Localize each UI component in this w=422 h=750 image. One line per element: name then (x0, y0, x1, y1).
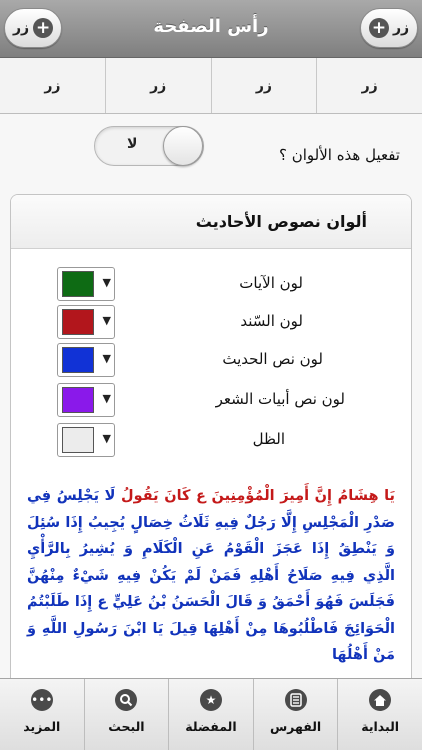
verses-color-swatch (62, 271, 94, 297)
tab-index-label: الفهرس (269, 719, 322, 734)
verses-color-label: لون الآيات (239, 274, 303, 292)
card-title: ألوان نصوص الأحاديث (11, 195, 411, 249)
tab-favorites[interactable]: ★ المفضلة (168, 679, 253, 750)
page-title: رأس الصفحة (153, 16, 269, 37)
color-row-poetry: ▼ لون نص أبيات الشعر (11, 383, 411, 417)
hadith-body-text: لَا يَجْلِسُ فِي صَدْرِ الْمَجْلِسِ إِلَ… (27, 488, 395, 663)
chevron-down-icon: ▼ (102, 352, 111, 365)
header-right-button[interactable]: + زر (360, 8, 418, 48)
toggle-state-text: لا (127, 136, 138, 152)
shadow-color-label: الظل (252, 430, 285, 448)
home-icon (369, 689, 392, 711)
tab-search[interactable]: البحث (83, 679, 169, 750)
hadith-color-swatch (62, 347, 94, 373)
hadith-color-picker[interactable]: ▼ (57, 343, 115, 377)
enable-colors-label: تفعيل هذه الألوان ؟ (278, 146, 400, 164)
more-icon: ••• (30, 689, 53, 711)
chain-color-picker[interactable]: ▼ (57, 305, 115, 339)
segment-button-3[interactable]: زر (210, 58, 317, 113)
tab-more-label: المزيد (23, 719, 61, 734)
star-icon: ★ (199, 689, 222, 711)
poetry-color-label: لون نص أبيات الشعر (215, 390, 345, 408)
tab-home-label: البداية (361, 719, 400, 734)
header-bar: زر + رأس الصفحة + زر (0, 0, 422, 58)
shadow-color-picker[interactable]: ▼ (57, 423, 115, 457)
verses-color-picker[interactable]: ▼ (57, 267, 115, 301)
shadow-color-swatch (62, 427, 94, 453)
tab-more[interactable]: ••• المزيد (0, 679, 84, 750)
color-row-chain: ▼ لون السّند (11, 305, 411, 339)
tab-index[interactable]: الفهرس (252, 679, 338, 750)
header-right-button-label: زر (392, 20, 410, 36)
hadith-color-label: لون نص الحديث (222, 350, 323, 368)
chevron-down-icon: ▼ (102, 314, 111, 327)
segment-button-1[interactable]: زر (0, 58, 105, 113)
chevron-down-icon: ▼ (102, 276, 111, 289)
segment-button-4[interactable]: زر (316, 58, 422, 113)
search-icon (115, 689, 138, 711)
bottom-tab-bar: ••• المزيد البحث ★ المفضلة الفهرس البداي… (0, 678, 422, 750)
segmented-control: زر زر زر زر (0, 58, 422, 114)
tab-home[interactable]: البداية (337, 679, 422, 750)
toggle-knob[interactable] (163, 126, 203, 166)
color-row-shadow: ▼ الظل (11, 423, 411, 457)
poetry-color-picker[interactable]: ▼ (57, 383, 115, 417)
chain-color-label: لون السّند (240, 312, 303, 330)
enable-colors-toggle[interactable]: لا (94, 126, 204, 166)
color-row-verses: ▼ لون الآيات (11, 267, 411, 301)
tab-favorites-label: المفضلة (185, 719, 237, 734)
tab-search-label: البحث (108, 719, 145, 734)
chevron-down-icon: ▼ (102, 392, 111, 405)
hadith-preview-text: يَا هِشَامُ إِنَّ أَمِيرَ الْمُؤْمِنِينَ… (27, 483, 395, 669)
index-icon (284, 689, 307, 711)
segment-button-2[interactable]: زر (104, 58, 211, 113)
hadith-chain-text: يَا هِشَامُ إِنَّ أَمِيرَ الْمُؤْمِنِينَ… (121, 488, 395, 504)
hadith-colors-card: ألوان نصوص الأحاديث ▼ لون الآيات ▼ لون ا… (10, 194, 412, 694)
chain-color-swatch (62, 309, 94, 335)
enable-colors-row: لا تفعيل هذه الألوان ؟ (0, 126, 422, 172)
plus-icon: + (368, 18, 389, 38)
chevron-down-icon: ▼ (102, 432, 111, 445)
color-row-hadith: ▼ لون نص الحديث (11, 343, 411, 377)
poetry-color-swatch (62, 387, 94, 413)
